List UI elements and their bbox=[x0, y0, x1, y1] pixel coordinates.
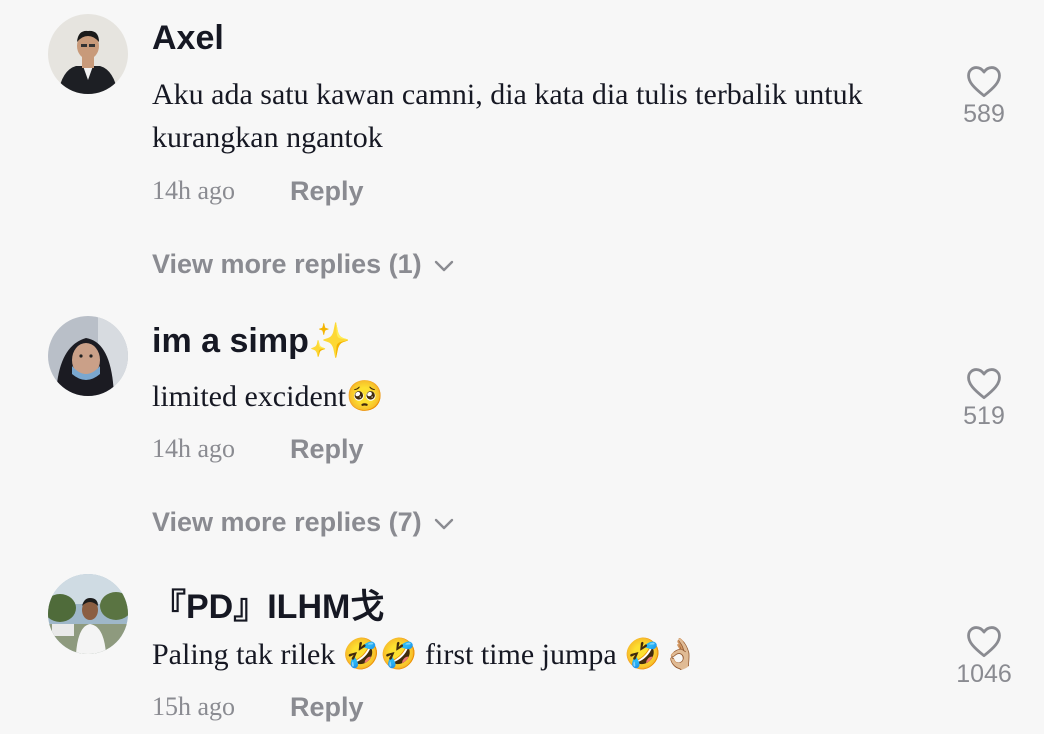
heart-outline-icon bbox=[967, 66, 1001, 98]
view-more-replies-button[interactable]: View more replies (7) bbox=[152, 507, 454, 538]
reply-button[interactable]: Reply bbox=[290, 692, 364, 723]
like-button[interactable]: 519 bbox=[952, 366, 1016, 431]
view-more-label: View more replies (7) bbox=[152, 507, 422, 537]
view-more-replies-button[interactable]: View more replies (1) bbox=[152, 249, 454, 280]
comment-meta: 14h ago Reply bbox=[152, 434, 364, 464]
avatar[interactable] bbox=[48, 14, 128, 94]
username[interactable]: 『PD』ILHM戈 bbox=[152, 579, 384, 628]
like-button[interactable]: 1046 bbox=[944, 624, 1024, 689]
like-button[interactable]: 589 bbox=[952, 64, 1016, 129]
username[interactable]: Axel bbox=[152, 19, 224, 58]
like-count: 1046 bbox=[956, 660, 1012, 688]
comment-meta: 15h ago Reply bbox=[152, 692, 364, 722]
timestamp: 14h ago bbox=[152, 176, 236, 205]
comment-meta: 14h ago Reply bbox=[152, 176, 364, 206]
comment-text: Aku ada satu kawan camni, dia kata dia t… bbox=[152, 78, 863, 154]
chevron-down-icon bbox=[434, 260, 453, 272]
comment-text: limited excident🥺 bbox=[152, 380, 384, 413]
reply-button[interactable]: Reply bbox=[290, 176, 364, 207]
comment-text: Paling tak rilek 🤣🤣 first time jumpa 🤣👌🏼 bbox=[152, 638, 699, 671]
timestamp: 14h ago bbox=[152, 434, 236, 463]
username[interactable]: im a simp✨ bbox=[152, 321, 351, 361]
avatar[interactable] bbox=[48, 316, 128, 396]
like-count: 519 bbox=[963, 402, 1005, 430]
reply-button[interactable]: Reply bbox=[290, 434, 364, 465]
avatar[interactable] bbox=[48, 574, 128, 654]
chevron-down-icon bbox=[434, 518, 453, 530]
view-more-label: View more replies (1) bbox=[152, 249, 422, 279]
timestamp: 15h ago bbox=[152, 692, 236, 721]
like-count: 589 bbox=[963, 100, 1005, 128]
heart-outline-icon bbox=[967, 626, 1001, 658]
heart-outline-icon bbox=[967, 368, 1001, 400]
